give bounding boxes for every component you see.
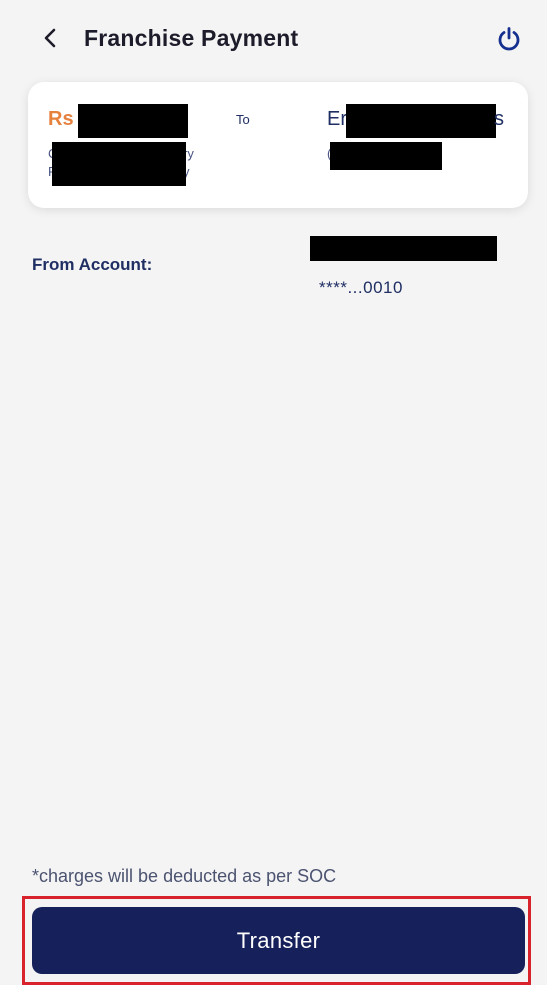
chevron-left-icon bbox=[44, 28, 56, 48]
redacted-payee-details bbox=[330, 142, 442, 170]
franchise-payment-screen: Franchise Payment Rs C ry F y To Er s ( … bbox=[0, 0, 547, 985]
redacted-account-name bbox=[310, 236, 497, 261]
redacted-payee-name bbox=[346, 104, 496, 138]
payee-name-end: s bbox=[494, 108, 504, 130]
redacted-amount bbox=[78, 104, 188, 138]
amount-label: Rs bbox=[48, 108, 74, 130]
to-label: To bbox=[236, 112, 250, 127]
payee-name-start: Er bbox=[327, 108, 347, 130]
power-icon bbox=[498, 27, 520, 51]
from-account-label: From Account: bbox=[32, 255, 153, 274]
header: Franchise Payment bbox=[0, 0, 547, 78]
masked-account-number: ****...0010 bbox=[319, 278, 403, 297]
charges-note: *charges will be deducted as per SOC bbox=[32, 866, 337, 886]
page-title: Franchise Payment bbox=[84, 25, 299, 51]
redacted-payer-details bbox=[52, 142, 186, 186]
transfer-button[interactable]: Transfer bbox=[32, 907, 525, 974]
back-button[interactable] bbox=[36, 20, 64, 56]
logout-button[interactable] bbox=[492, 22, 526, 56]
payment-summary-card: Rs C ry F y To Er s ( bbox=[28, 82, 528, 208]
